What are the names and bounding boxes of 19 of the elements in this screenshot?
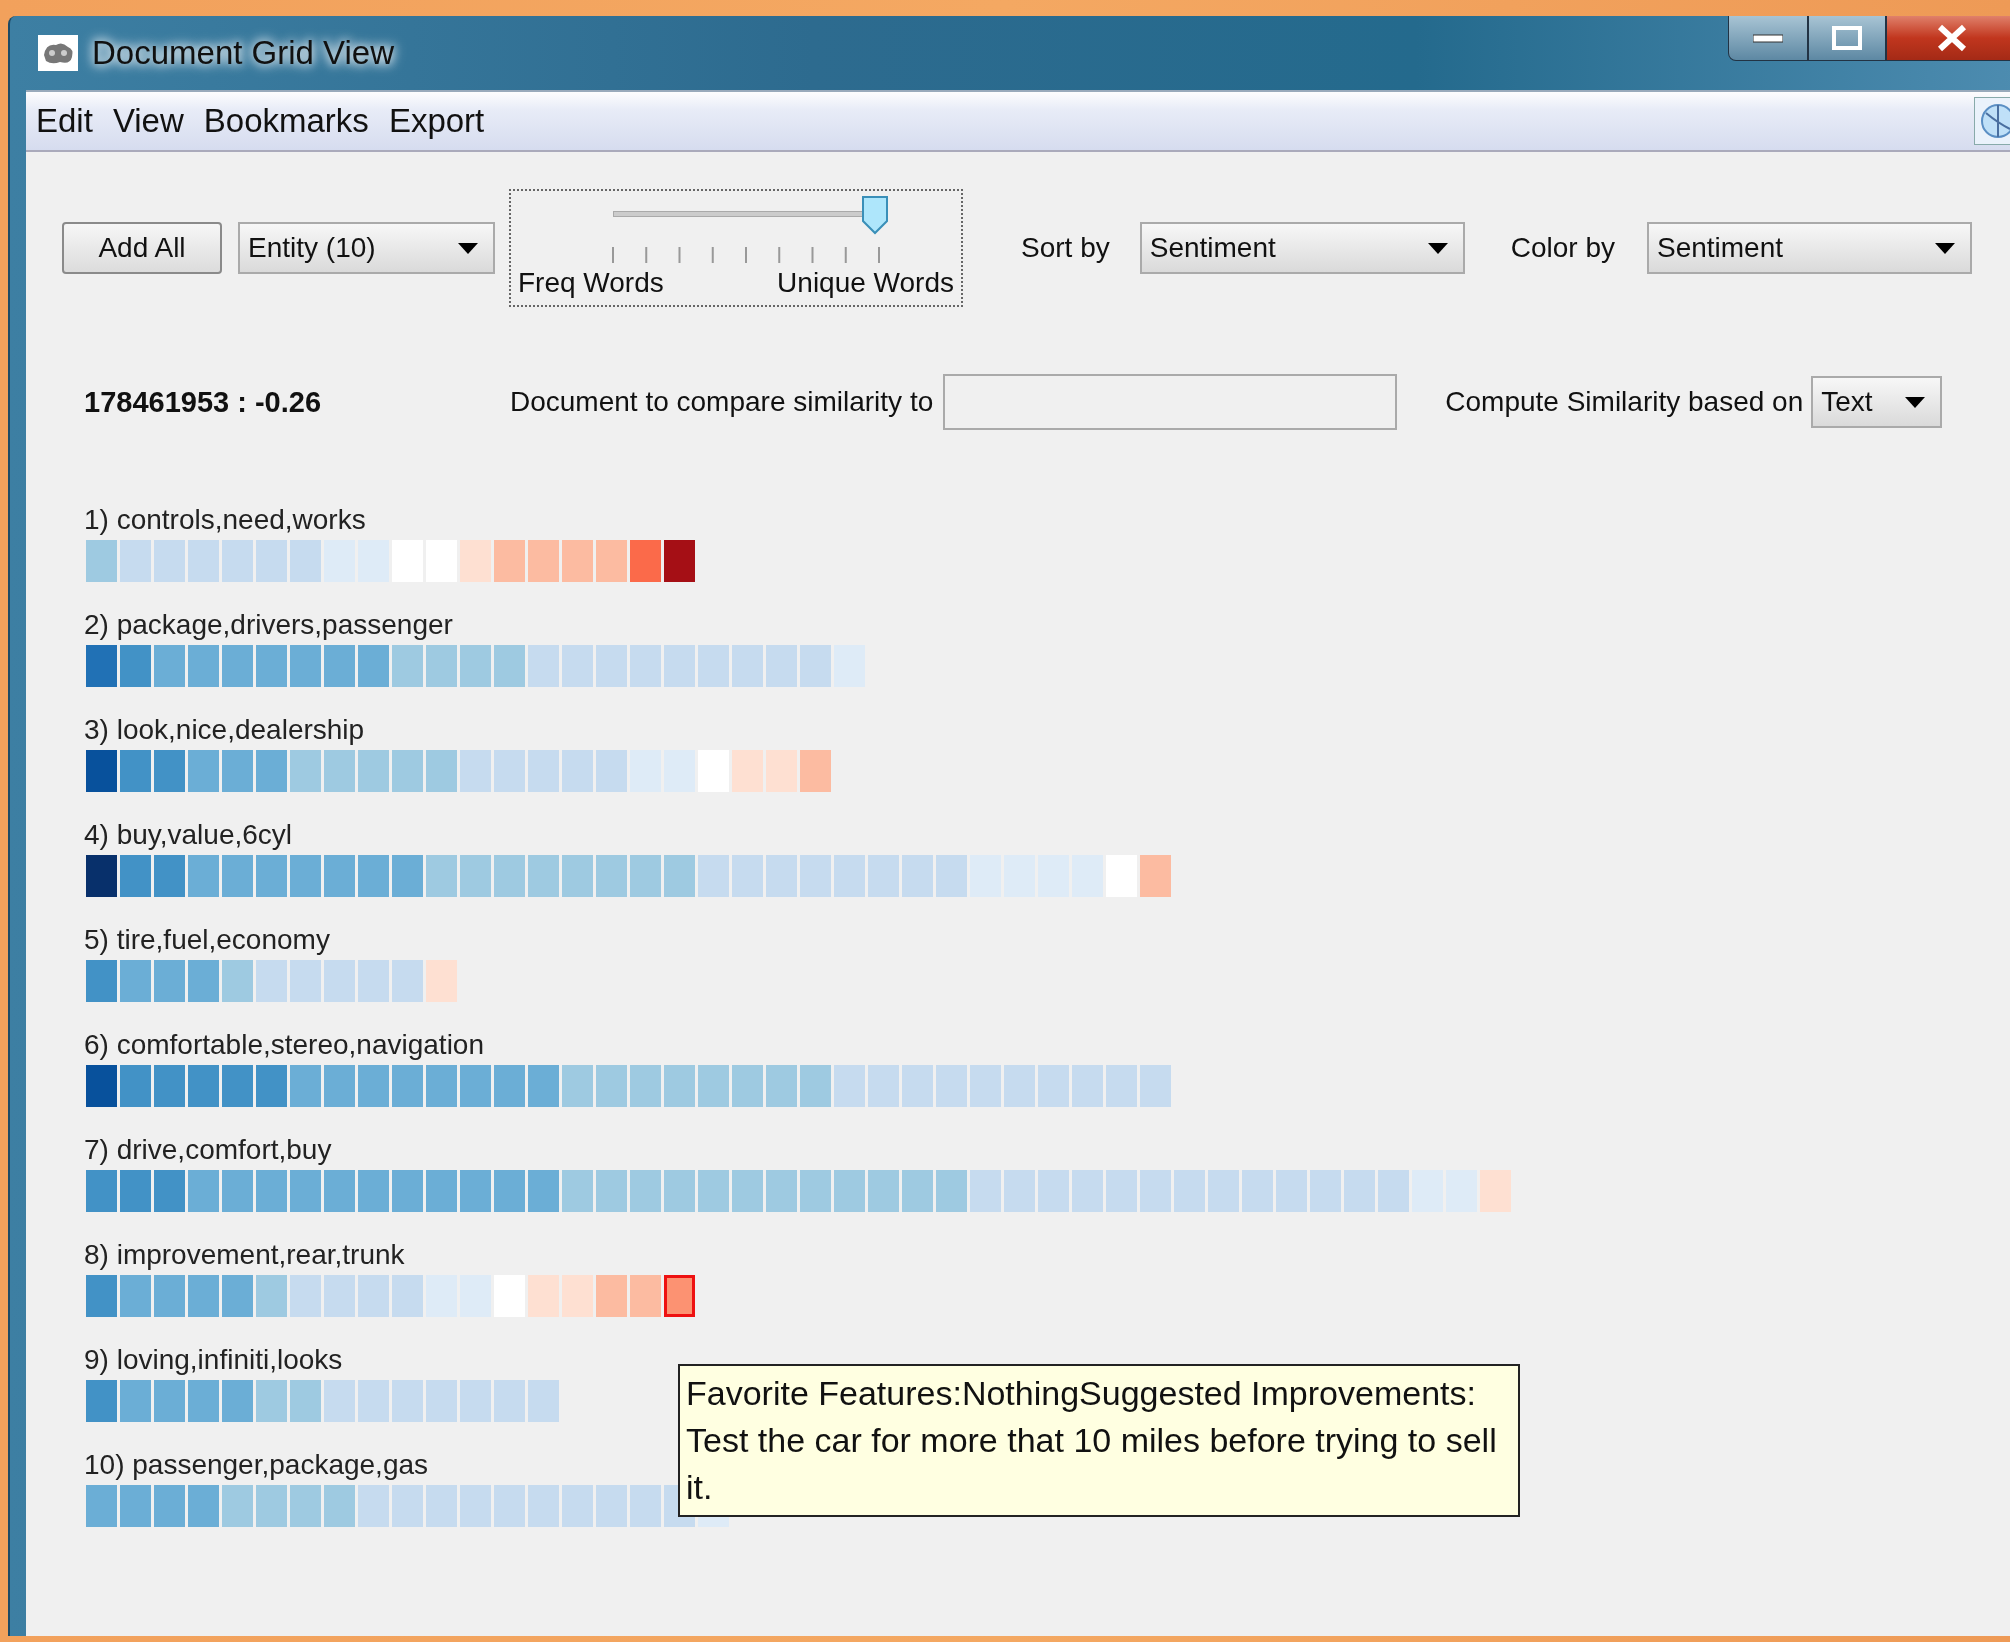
color-label: Color by (1510, 232, 1615, 264)
group-label: 2) package,drivers,passenger (84, 608, 454, 641)
tooltip: Favorite Features:NothingSuggested Improvements: Test the car for more that 10 miles before trying to sell it. (678, 1364, 1520, 1517)
group-label: 9) loving,infiniti,looks (84, 1343, 344, 1376)
group-label: 6) comfortable,stereo,navigation (84, 1028, 485, 1061)
group-label: 3) look,nice,dealership (84, 713, 366, 746)
document-score: 178461953 : -0.26 (84, 385, 323, 419)
group-label: 1) controls,need,works (84, 503, 367, 536)
group-label: 5) tire,fuel,economy (84, 923, 331, 956)
compare-label: Document to compare similarity to (510, 386, 934, 418)
similarity-label: Compute Similarity based on (1445, 386, 1804, 418)
window-title: Document Grid View (92, 34, 394, 72)
slider-label: Freq Words (518, 267, 664, 299)
slider-label: Unique Words (777, 267, 954, 299)
group-label: 4) buy,value,6cyl (84, 818, 294, 851)
group-label: 8) improvement,rear,trunk (84, 1238, 406, 1271)
group-label: 10) passenger,package,gas (84, 1448, 430, 1481)
sort-label: Sort by (1021, 232, 1110, 264)
group-label: 7) drive,comfort,buy (84, 1133, 333, 1166)
